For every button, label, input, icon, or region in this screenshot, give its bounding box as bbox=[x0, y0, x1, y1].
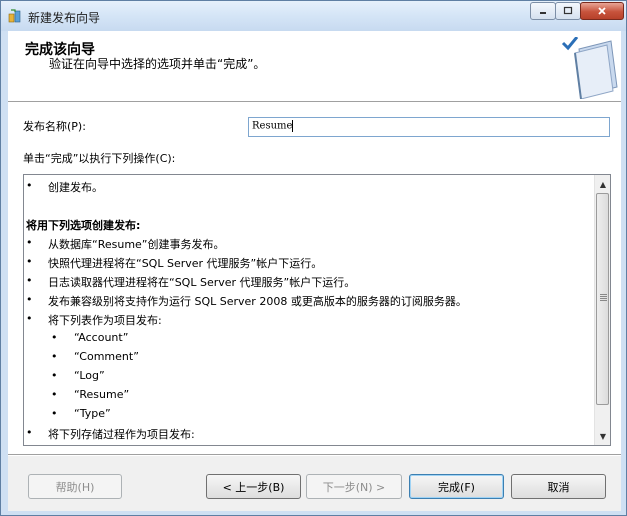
summary-line: 创建发布。 bbox=[48, 181, 103, 194]
help-button[interactable]: 帮助(H) bbox=[28, 474, 122, 499]
app-icon bbox=[8, 9, 21, 23]
bullet-icon: • bbox=[51, 388, 58, 401]
bullet-icon: • bbox=[51, 331, 58, 344]
scroll-up-arrow-icon[interactable]: ▲ bbox=[595, 176, 610, 192]
minimize-icon bbox=[540, 12, 546, 14]
summary-content: • 创建发布。将用下列选项创建发布: • 从数据库“Resume”创建事务发布。 • 快照… bbox=[24, 175, 594, 445]
summary-line: 快照代理进程将在“SQL Server 代理服务”帐户下运行。 bbox=[48, 257, 323, 270]
minimize-button[interactable] bbox=[530, 2, 556, 20]
summary-line: 从数据库“Resume”创建事务发布。 bbox=[48, 238, 225, 251]
summary-line: “Log” bbox=[74, 369, 105, 382]
bullet-icon: • bbox=[26, 312, 33, 325]
bullet-icon: • bbox=[26, 426, 33, 439]
summary-line: 发布兼容级别将支持作为运行 SQL Server 2008 或更高版本的服务器的… bbox=[48, 295, 467, 308]
vertical-scrollbar[interactable]: ▲ ▼ bbox=[594, 175, 610, 445]
summary-line: 将用下列选项创建发布: bbox=[26, 219, 141, 232]
bullet-icon: • bbox=[26, 274, 33, 287]
bullet-icon: • bbox=[51, 369, 58, 382]
scrollbar-thumb[interactable] bbox=[596, 193, 609, 405]
summary-line: “Comment” bbox=[74, 350, 139, 363]
summary-line: 日志读取器代理进程将在“SQL Server 代理服务”帐户下运行。 bbox=[48, 276, 356, 289]
finish-button[interactable]: 完成(F) bbox=[409, 474, 504, 499]
window-title: 新建发布向导 bbox=[28, 11, 101, 25]
publication-name-label: 发布名称(P): bbox=[23, 120, 86, 133]
summary-line: “Type” bbox=[74, 407, 111, 420]
summary-line: “Resume” bbox=[74, 388, 130, 401]
close-button[interactable] bbox=[580, 2, 624, 20]
title-bar[interactable]: 新建发布向导 bbox=[1, 1, 626, 31]
bullet-icon: • bbox=[26, 236, 33, 249]
grip-icon bbox=[600, 294, 607, 301]
summary-line: “Account” bbox=[74, 331, 129, 344]
header-divider bbox=[8, 101, 621, 103]
actions-summary-box[interactable]: • 创建发布。将用下列选项创建发布: • 从数据库“Resume”创建事务发布。 • 快照… bbox=[23, 174, 611, 446]
page-subtitle: 验证在向导中选择的选项并单击“完成”。 bbox=[49, 57, 266, 71]
bullet-icon: • bbox=[51, 350, 58, 363]
wizard-book-icon bbox=[561, 37, 618, 99]
bullet-icon: • bbox=[26, 179, 33, 192]
back-button[interactable]: < 上一步(B) bbox=[206, 474, 301, 499]
summary-line: 将下列存储过程作为项目发布: bbox=[48, 428, 195, 441]
cancel-button[interactable]: 取消 bbox=[511, 474, 606, 499]
publication-name-input[interactable]: Resume bbox=[248, 117, 610, 137]
wizard-window: 新建发布向导 完成该向导 验证在向导中选择的选项并单击“完成”。 发布名称(P)… bbox=[0, 0, 627, 516]
publication-name-value: Resume bbox=[252, 120, 293, 132]
wizard-header: 完成该向导 验证在向导中选择的选项并单击“完成”。 bbox=[8, 31, 621, 101]
text-caret bbox=[292, 120, 294, 132]
wizard-client: 完成该向导 验证在向导中选择的选项并单击“完成”。 发布名称(P): Resum… bbox=[8, 31, 621, 511]
next-button[interactable]: 下一步(N) > bbox=[306, 474, 402, 499]
bullet-icon: • bbox=[51, 407, 58, 420]
wizard-footer: 帮助(H) < 上一步(B) 下一步(N) > 完成(F) 取消 bbox=[8, 456, 621, 511]
scroll-down-arrow-icon[interactable]: ▼ bbox=[595, 428, 610, 444]
close-icon bbox=[598, 7, 606, 15]
actions-label: 单击“完成”以执行下列操作(C): bbox=[23, 152, 176, 165]
maximize-button[interactable] bbox=[555, 2, 581, 20]
maximize-icon bbox=[563, 6, 573, 15]
bullet-icon: • bbox=[26, 255, 33, 268]
summary-line: 将下列表作为项目发布: bbox=[48, 314, 162, 327]
bullet-icon: • bbox=[26, 293, 33, 306]
